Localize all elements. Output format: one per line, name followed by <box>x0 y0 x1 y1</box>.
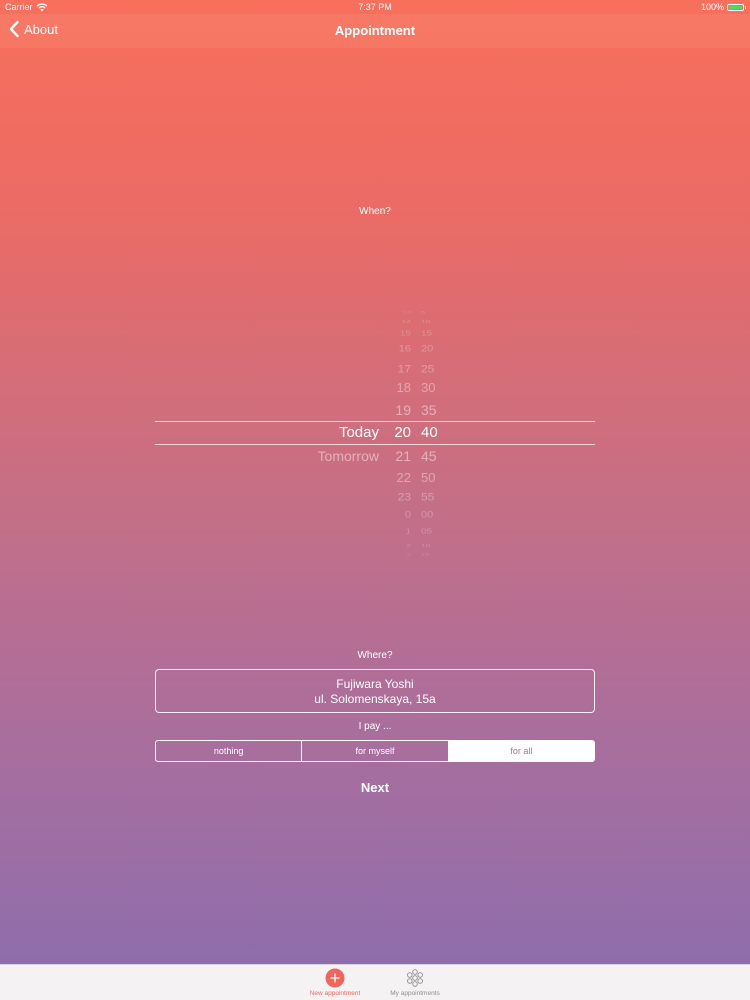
minute-option[interactable]: 15 <box>421 552 429 556</box>
plus-circle-icon <box>325 968 345 988</box>
day-wheel[interactable]: Today Tomorrow <box>155 300 379 565</box>
hour-option[interactable]: 22 <box>397 470 411 485</box>
minute-wheel[interactable]: 5 10 15 20 25 30 35 40 45 50 55 00 05 10 15 <box>421 300 461 565</box>
pay-label: I pay ... <box>358 721 392 732</box>
minute-option[interactable]: 20 <box>421 344 433 355</box>
minute-option[interactable]: 10 <box>421 318 430 324</box>
hour-option[interactable]: 14 <box>402 318 411 324</box>
status-time: 7:37 PM <box>358 2 392 12</box>
minute-option[interactable]: 55 <box>421 490 434 503</box>
minute-option-selected[interactable]: 40 <box>421 424 438 442</box>
status-bar: Carrier 7:37 PM 100% <box>0 0 750 14</box>
tab-bar: New appointment My appointments <box>0 964 750 1000</box>
hour-option-selected[interactable]: 20 <box>394 424 411 442</box>
hour-wheel[interactable]: 13 14 15 16 17 18 19 20 21 22 23 0 1 2 3 <box>385 300 411 565</box>
date-time-picker[interactable]: Today Tomorrow 13 14 15 16 17 18 19 20 21 22 23 0 1 2 3… <box>155 300 595 565</box>
hour-option[interactable]: 0 <box>405 510 411 521</box>
hour-option[interactable]: 19 <box>395 402 411 419</box>
next-button[interactable]: Next <box>325 780 425 800</box>
minute-option[interactable]: 05 <box>421 528 432 537</box>
tab-new-appointment-label: New appointment <box>309 990 361 997</box>
minute-option[interactable]: 45 <box>421 448 437 465</box>
appointment-screen: Carrier 7:37 PM 100% About Appointment W… <box>0 0 750 1000</box>
minute-option[interactable]: 10 <box>421 542 430 548</box>
hour-option[interactable]: 2 <box>406 542 411 548</box>
day-option-selected[interactable]: Today <box>339 424 379 442</box>
hour-option[interactable]: 15 <box>400 330 411 339</box>
pay-option-nothing[interactable]: nothing <box>156 741 303 761</box>
pay-option-for-all[interactable]: for all <box>448 741 594 761</box>
tab-my-appointments[interactable]: My appointments <box>375 967 455 997</box>
tab-new-appointment[interactable]: New appointment <box>295 967 375 997</box>
hour-option[interactable]: 3 <box>407 552 411 556</box>
hour-option[interactable]: 1 <box>405 528 411 537</box>
hour-option[interactable]: 23 <box>398 490 411 503</box>
minute-option[interactable]: 15 <box>421 330 432 339</box>
hour-option[interactable]: 13 <box>403 310 411 314</box>
hour-option[interactable]: 17 <box>398 362 411 375</box>
day-option[interactable]: Tomorrow <box>318 448 379 465</box>
minute-option[interactable]: 25 <box>421 362 434 375</box>
battery-icon <box>727 3 746 11</box>
pay-segmented-control: nothing for myself for all <box>155 740 595 762</box>
page-title: Appointment <box>334 23 416 38</box>
hour-option[interactable]: 18 <box>397 380 411 395</box>
navigation-bar: About Appointment <box>0 14 750 48</box>
pay-option-for-myself[interactable]: for myself <box>302 741 449 761</box>
battery-percent: 100% <box>700 2 724 12</box>
hour-option[interactable]: 21 <box>395 448 411 465</box>
hour-option[interactable]: 16 <box>399 344 411 355</box>
flower-icon <box>407 969 423 987</box>
where-label: Where? <box>357 650 393 661</box>
status-right: 100% <box>700 0 746 14</box>
when-label: When? <box>359 206 391 217</box>
tab-my-appointments-label: My appointments <box>390 990 440 997</box>
location-address: ul. Solomenskaya, 15a <box>314 692 436 706</box>
location-name: Fujiwara Yoshi <box>336 677 414 691</box>
minute-option[interactable]: 00 <box>421 510 433 521</box>
minute-option[interactable]: 35 <box>421 402 437 419</box>
minute-option[interactable]: 5 <box>421 310 425 314</box>
location-field[interactable]: Fujiwara Yoshi ul. Solomenskaya, 15a <box>155 669 595 713</box>
minute-option[interactable]: 30 <box>421 380 435 395</box>
minute-option[interactable]: 50 <box>421 470 435 485</box>
